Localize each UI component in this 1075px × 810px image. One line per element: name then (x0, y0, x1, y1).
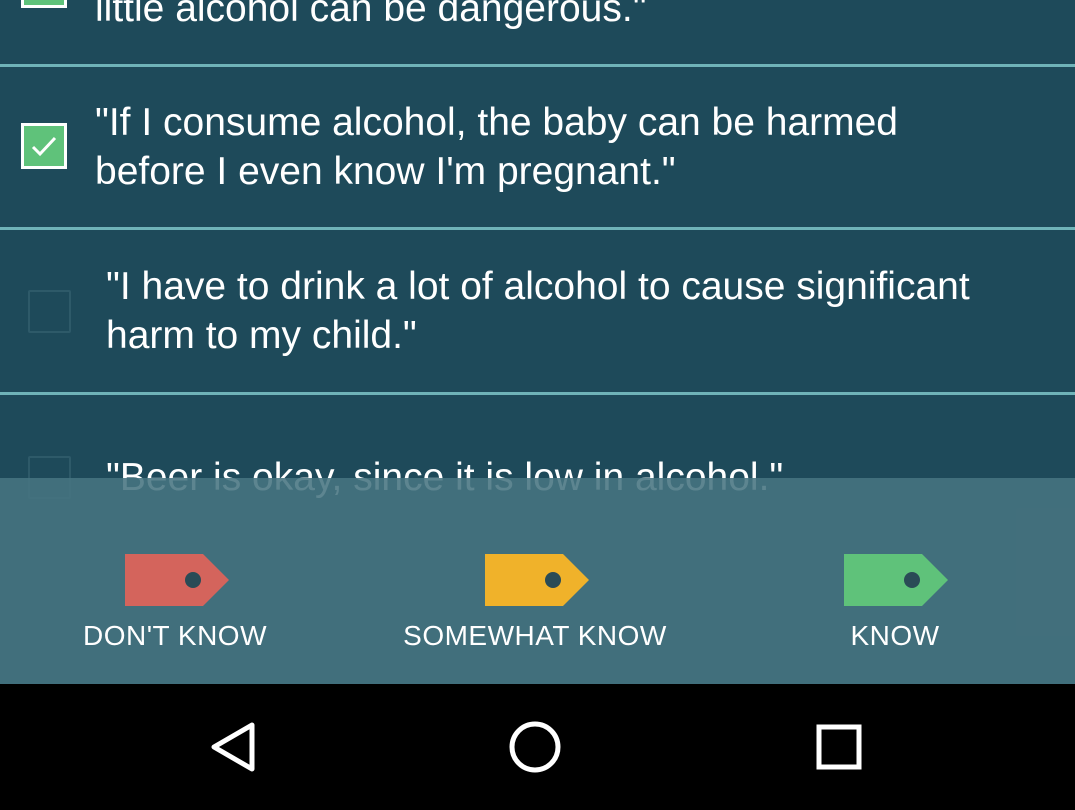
knowledge-rating-bar: DON'T KNOW SOMEWHAT KNOW KNOW (0, 478, 1075, 684)
checkmark-icon (31, 136, 57, 157)
recents-button[interactable] (804, 712, 874, 782)
somewhat-know-label: SOMEWHAT KNOW (403, 620, 667, 651)
system-navigation-bar (0, 684, 1075, 810)
home-circle-icon (509, 721, 561, 773)
somewhat-know-button[interactable]: SOMEWHAT KNOW (385, 478, 685, 684)
checkbox-checked[interactable] (21, 123, 67, 169)
know-label: KNOW (850, 620, 940, 651)
statement-text: little alcohol can be dangerous." (95, 0, 647, 30)
tag-icon (844, 554, 948, 606)
dont-know-button[interactable]: DON'T KNOW (55, 478, 295, 684)
dont-know-label: DON'T KNOW (82, 620, 268, 651)
tag-icon (485, 554, 589, 606)
list-item[interactable]: "If I consume alcohol, the baby can be h… (0, 67, 1075, 227)
list-item[interactable]: little alcohol can be dangerous." (0, 0, 1075, 65)
statement-text: "I have to drink a lot of alcohol to cau… (106, 265, 970, 357)
checkbox-checked[interactable] (21, 0, 67, 8)
home-button[interactable] (500, 712, 570, 782)
know-button[interactable]: KNOW (795, 478, 995, 684)
checkbox-unchecked[interactable] (28, 290, 71, 333)
back-triangle-icon (211, 722, 255, 772)
back-button[interactable] (200, 712, 270, 782)
statement-text: "If I consume alcohol, the baby can be h… (95, 101, 898, 193)
checkmark-icon (24, 0, 64, 5)
recents-square-icon (816, 724, 862, 770)
screen: little alcohol can be dangerous." "If I … (0, 0, 1075, 810)
tag-icon (125, 554, 229, 606)
list-item[interactable]: "I have to drink a lot of alcohol to cau… (0, 230, 1075, 392)
